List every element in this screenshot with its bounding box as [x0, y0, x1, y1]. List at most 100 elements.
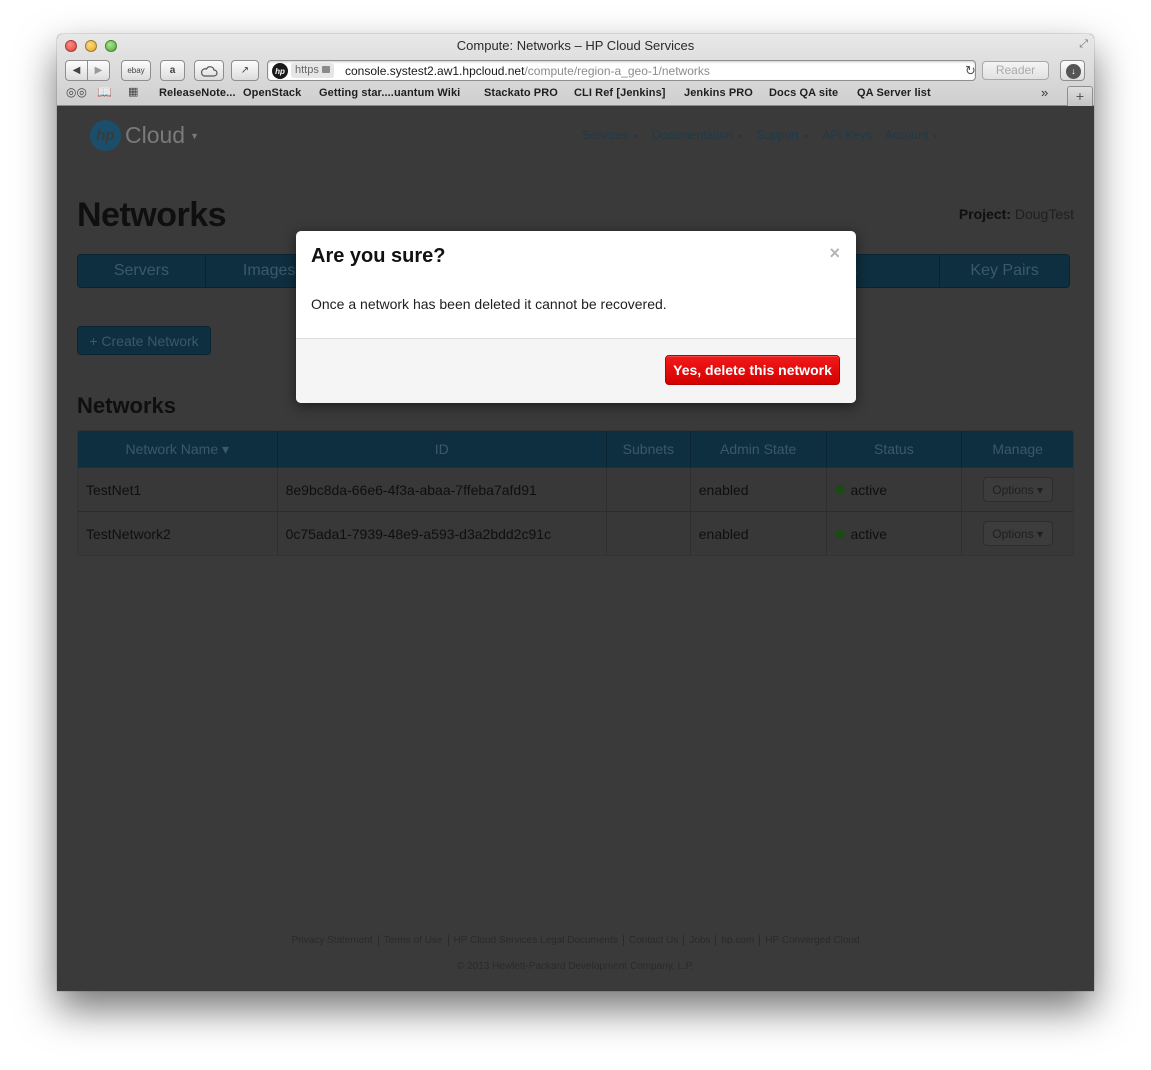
bookmark-item[interactable]: OpenStack	[243, 87, 301, 99]
nav-label: Documentation	[651, 128, 733, 142]
window-title: Compute: Networks – HP Cloud Services	[456, 38, 695, 53]
chevron-down-icon: ▼	[930, 134, 939, 141]
downloads-button[interactable]: ↓	[1060, 60, 1085, 81]
page-title: Networks	[77, 196, 227, 234]
url-host: console.systest2.aw1.hpcloud.net	[345, 64, 525, 78]
status-text: active	[850, 481, 888, 498]
networks-table: Network Name ▾ ID Subnets Admin State St…	[77, 430, 1074, 556]
back-button[interactable]: ◀	[65, 60, 88, 81]
amazon-icon: a	[169, 65, 176, 76]
url-path: /compute/region-a_geo-1/networks	[524, 64, 710, 78]
cell-status: active	[827, 512, 963, 555]
table-row: TestNetwork2 0c75ada1-7939-48e9-a593-d3a…	[78, 511, 1073, 555]
chevron-down-icon: ▼	[630, 134, 639, 141]
cell-id: 0c75ada1-7939-48e9-a593-d3a2bdd2c91c	[278, 512, 607, 555]
copyright-text: © 2013 Hewlett-Packard Development Compa…	[456, 961, 695, 972]
ebay-label: ebay	[127, 66, 145, 75]
bookmarks-overflow-icon[interactable]: »	[1041, 85, 1048, 100]
reload-icon[interactable]: ↻	[965, 63, 976, 79]
hp-cloud-logo[interactable]: hp Cloud ▼	[90, 120, 199, 151]
bookmark-item[interactable]: Docs QA site	[769, 87, 838, 99]
chevron-down-icon: ▼	[734, 134, 744, 141]
column-header-status[interactable]: Status	[827, 431, 963, 467]
page-content: hp Cloud ▼ Services ▼ Documentation ▼ Su…	[57, 107, 1094, 991]
column-header-id[interactable]: ID	[278, 431, 607, 467]
new-tab-button[interactable]: +	[1067, 86, 1093, 106]
top-navigation: Services ▼ Documentation ▼ Support ▼ API…	[582, 128, 939, 142]
lock-icon	[321, 66, 330, 73]
share-icon: ↗	[240, 65, 250, 76]
top-sites-icon[interactable]: ▦	[128, 85, 138, 98]
status-dot-icon	[834, 528, 845, 539]
bookmarks-bar: ◎◎ 📖 ▦ ReleaseNote... OpenStack Getting …	[57, 84, 1094, 105]
hp-logo-icon: hp	[90, 120, 121, 151]
column-header-admin-state[interactable]: Admin State	[691, 431, 827, 467]
reader-button[interactable]: Reader	[982, 61, 1049, 80]
column-header-manage: Manage	[992, 441, 1043, 457]
cell-admin-state: enabled	[691, 468, 827, 511]
close-icon[interactable]: ×	[829, 243, 840, 264]
column-header-network-name[interactable]: Network Name ▾	[78, 431, 278, 467]
status-text: active	[850, 525, 888, 542]
share-button[interactable]: ↗	[231, 60, 259, 81]
https-badge: https	[291, 63, 334, 78]
url-text[interactable]: console.systest2.aw1.hpcloud.net/compute…	[345, 64, 710, 78]
footer-link-legal[interactable]: HP Cloud Services Legal Documents	[448, 935, 624, 946]
options-dropdown-button[interactable]: Options ▾	[982, 477, 1053, 502]
footer-link-privacy[interactable]: Privacy Statement	[286, 935, 379, 946]
footer-links: Privacy Statement Terms of Use HP Cloud Se…	[57, 935, 1094, 946]
cloud-icon	[200, 65, 218, 77]
cell-subnets	[607, 468, 691, 511]
cell-manage: Options ▾	[962, 512, 1073, 555]
ebay-extension-button[interactable]: ebay	[121, 60, 151, 81]
confirm-delete-button[interactable]: Yes, delete this network	[665, 355, 840, 385]
bookmark-item[interactable]: CLI Ref [Jenkins]	[574, 87, 666, 99]
nav-services[interactable]: Services ▼	[582, 128, 639, 142]
bookmarks-icon[interactable]: 📖	[97, 85, 112, 99]
footer-link-contact[interactable]: Contact Us	[623, 935, 685, 946]
browser-window: Compute: Networks – HP Cloud Services ⤢ …	[57, 34, 1094, 991]
amazon-extension-button[interactable]: a	[160, 60, 185, 81]
nav-account[interactable]: Account ▼	[885, 128, 939, 142]
nav-support[interactable]: Support ▼	[756, 128, 809, 142]
bookmark-item[interactable]: Getting star....uantum Wiki	[319, 87, 460, 99]
footer-link-converged-cloud[interactable]: HP Converged Cloud	[760, 935, 864, 946]
project-indicator: Project: DougTest	[959, 206, 1074, 222]
modal-message: Once a network has been deleted it canno…	[311, 296, 667, 312]
cell-network-name: TestNetwork2	[78, 512, 278, 555]
table-row: TestNet1 8e9bc8da-66e6-4f3a-abaa-7ffeba7…	[78, 467, 1073, 511]
download-icon: ↓	[1066, 64, 1081, 79]
tab-servers[interactable]: Servers	[78, 255, 206, 287]
sort-desc-icon: ▾	[222, 440, 230, 457]
bookmark-item[interactable]: Stackato PRO	[484, 87, 558, 99]
nav-documentation[interactable]: Documentation ▼	[652, 128, 744, 142]
chevron-down-icon: ▼	[800, 134, 810, 141]
nav-label: API Keys	[822, 128, 872, 142]
https-label: https	[295, 64, 319, 76]
icloud-tabs-button[interactable]	[194, 60, 224, 81]
bookmark-item[interactable]: Jenkins PRO	[684, 87, 753, 99]
nav-api-keys[interactable]: API Keys	[822, 128, 871, 142]
nav-label: Services	[582, 128, 629, 142]
tab-key-pairs[interactable]: Key Pairs	[940, 255, 1069, 287]
forward-icon: ▶	[94, 65, 103, 76]
status-dot-icon	[834, 484, 845, 495]
reading-list-icon[interactable]: ◎◎	[66, 85, 87, 99]
footer-link-jobs[interactable]: Jobs	[684, 935, 717, 946]
address-bar[interactable]: hp https console.systest2.aw1.hpcloud.ne…	[267, 60, 976, 81]
nav-label: Account	[884, 128, 929, 142]
cell-admin-state: enabled	[691, 512, 827, 555]
browser-chrome: Compute: Networks – HP Cloud Services ⤢ …	[57, 34, 1094, 106]
bookmark-item[interactable]: ReleaseNote...	[159, 87, 236, 99]
bookmark-item[interactable]: QA Server list	[857, 87, 931, 99]
footer-link-terms[interactable]: Terms of Use	[378, 935, 449, 946]
footer-link-hp[interactable]: hp.com	[716, 935, 761, 946]
create-network-button[interactable]: + Create Network	[77, 326, 211, 355]
column-header-subnets[interactable]: Subnets	[607, 431, 691, 467]
back-icon: ◀	[72, 65, 81, 76]
forward-button[interactable]: ▶	[87, 60, 110, 81]
cell-subnets	[607, 512, 691, 555]
fullscreen-icon[interactable]: ⤢	[1079, 38, 1088, 51]
cell-status: active	[827, 468, 963, 511]
options-dropdown-button[interactable]: Options ▾	[982, 521, 1053, 546]
